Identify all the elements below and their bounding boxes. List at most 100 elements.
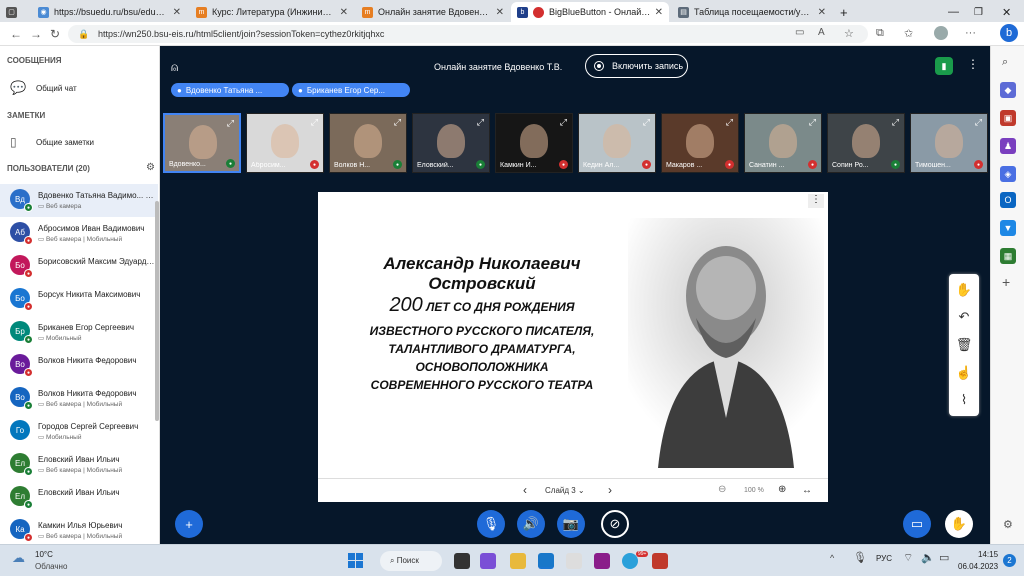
close-icon[interactable]: ✕ [496, 7, 504, 18]
options-menu-icon[interactable]: ⋮ [967, 57, 979, 71]
notification-badge[interactable]: 2 [1003, 554, 1016, 567]
media-icon[interactable] [594, 553, 610, 569]
audio-button[interactable]: 🔊 [517, 510, 545, 538]
outlook-icon[interactable]: O [1000, 192, 1016, 208]
next-slide-icon[interactable]: › [608, 483, 612, 497]
explorer-icon[interactable] [510, 553, 526, 569]
wifi-icon[interactable]: ⌔ [903, 551, 913, 565]
user-list-item[interactable]: Во ● Волков Никита Федорович [0, 349, 158, 382]
fullscreen-icon[interactable]: ⤢ [892, 117, 899, 128]
video-tile[interactable]: ⤢ Еловский... ● [412, 113, 490, 173]
taskbar-search[interactable]: ⌕ Поиск [380, 551, 442, 571]
user-list-item[interactable]: Ел ● Еловский Иван Ильич [0, 481, 158, 514]
settings-icon[interactable]: ⚙ [1003, 518, 1013, 531]
user-list-item[interactable]: Бо ● Борисовский Максим Эдуардо... [0, 250, 158, 283]
connection-status-icon[interactable]: ▮ [935, 57, 953, 75]
close-icon[interactable]: ✕ [655, 7, 663, 18]
zoom-in-icon[interactable]: ⊕ [778, 484, 786, 495]
fullscreen-icon[interactable]: ⤢ [311, 117, 318, 128]
microphone-button[interactable]: 🎙 [477, 510, 505, 538]
favorites-bar-icon[interactable]: ✩ [904, 27, 913, 40]
back-icon[interactable]: ← [10, 27, 22, 41]
clock-date[interactable]: 06.04.2023 [958, 562, 998, 571]
drop-icon[interactable]: ▼ [1000, 220, 1016, 236]
tab-bigbluebutton[interactable]: bBigBlueButton - Онлайн зан✕ [511, 2, 669, 22]
video-tile[interactable]: ⤢ Санатин ... ● [744, 113, 822, 173]
collections-icon[interactable]: ⧉ [876, 27, 884, 40]
maximize-icon[interactable]: ❐ [968, 2, 988, 22]
tools-icon[interactable]: ▣ [1000, 110, 1016, 126]
window-close-icon[interactable]: ✕ [996, 2, 1016, 22]
video-tile[interactable]: ⤢ Тимошен... ● [910, 113, 988, 173]
close-icon[interactable]: ✕ [818, 7, 826, 18]
yandex-icon[interactable] [652, 553, 668, 569]
tab-online-lesson[interactable]: mОнлайн занятие Вдовенко Т.В.✕ [356, 2, 510, 22]
presentation-button[interactable]: ▭ [903, 510, 931, 538]
video-tile[interactable]: ⤢ Волков Н... ● [329, 113, 407, 173]
task-view-icon[interactable] [454, 553, 470, 569]
minimize-icon[interactable]: — [942, 2, 962, 22]
scrollbar[interactable] [155, 201, 159, 421]
user-list-item[interactable]: Во ● Волков Никита Федорович ▭ Веб камера |… [0, 382, 158, 415]
user-list-toggle-icon[interactable]: ⍝ [171, 60, 178, 75]
camera-button[interactable]: 📷 [557, 510, 585, 538]
fullscreen-icon[interactable]: ⤢ [560, 117, 567, 128]
fullscreen-icon[interactable]: ⤢ [394, 117, 401, 128]
user-list-item[interactable]: Го Городов Сергей Сергеевич ▭ Мобильный [0, 415, 158, 448]
user-list-item[interactable]: Аб ● Абросимов Иван Вадимович ▭ Веб камера … [0, 217, 158, 250]
more-icon[interactable]: ··· [965, 27, 976, 39]
tab-attendance[interactable]: ▤ Таблица посещаемости/успева ✕ [672, 2, 832, 22]
search-icon[interactable]: ⌕ [1002, 56, 1008, 69]
windows-start-icon[interactable] [348, 553, 363, 568]
zoom-out-icon[interactable]: ⊖ [718, 484, 726, 495]
multi-user-icon[interactable]: ☝ [954, 363, 974, 383]
video-tile[interactable]: ⤢ Вдовенко... ● [163, 113, 241, 173]
video-tile[interactable]: ⤢ Кедин Ал... ● [578, 113, 656, 173]
gear-icon[interactable]: ⚙ [146, 162, 155, 173]
trash-icon[interactable]: 🗑 [954, 335, 974, 355]
sheets-icon[interactable]: ▦ [1000, 248, 1016, 264]
fullscreen-icon[interactable]: ⤢ [227, 118, 234, 129]
video-tile[interactable]: ⤢ Макаров ... ● [661, 113, 739, 173]
tab-bsuedu[interactable]: ◉ https://bsuedu.ru/bsu/education ✕ [32, 2, 187, 22]
undo-icon[interactable]: ↶ [954, 307, 974, 327]
actions-plus-button[interactable]: + [175, 510, 203, 538]
new-tab-button[interactable]: + [834, 2, 852, 22]
close-icon[interactable]: ✕ [173, 7, 181, 18]
office-icon[interactable]: ◈ [1000, 166, 1016, 182]
tray-arrow-icon[interactable]: ^ [830, 553, 834, 563]
reload-icon[interactable]: ↻ [50, 27, 60, 41]
volume-icon[interactable]: 🔈 [921, 551, 935, 564]
shared-notes-item[interactable]: ▯ Общие заметки [0, 132, 159, 152]
tab-actions-icon[interactable]: ▢ [0, 2, 30, 22]
games-icon[interactable]: ♟ [1000, 138, 1016, 154]
public-chat-item[interactable]: 💬 Общий чат [0, 78, 159, 98]
store-icon[interactable] [566, 553, 582, 569]
record-button[interactable]: Включить запись [585, 54, 688, 78]
microphone-icon[interactable]: 🎙 [853, 551, 867, 564]
fullscreen-icon[interactable]: ⤢ [975, 117, 982, 128]
fullscreen-icon[interactable]: ⤢ [643, 117, 650, 128]
edge-icon[interactable] [538, 553, 554, 569]
raise-hand-button[interactable]: ✋ [945, 510, 973, 538]
user-list-item[interactable]: Бо ● Борсук Никита Максимович [0, 283, 158, 316]
favorite-icon[interactable]: ☆ [844, 27, 854, 40]
chat-app-icon[interactable] [480, 553, 496, 569]
video-tile[interactable]: ⤢ Сопин Ро... ● [827, 113, 905, 173]
fullscreen-icon[interactable]: ⤢ [726, 117, 733, 128]
screen-share-button[interactable]: ⊘ [601, 510, 629, 538]
battery-icon[interactable]: ▭ [939, 551, 949, 564]
forward-icon[interactable]: → [30, 27, 42, 41]
shopping-icon[interactable]: ◆ [1000, 82, 1016, 98]
chart-icon[interactable]: ⌇ [954, 390, 974, 410]
camera-icon[interactable]: ▭ [795, 27, 804, 38]
fullscreen-icon[interactable]: ⤢ [809, 117, 816, 128]
prev-slide-icon[interactable]: ‹ [523, 483, 527, 497]
fit-width-icon[interactable]: ↔ [802, 485, 812, 496]
video-tile[interactable]: ⤢ Камкин И... ● [495, 113, 573, 173]
profile-avatar[interactable] [934, 26, 948, 40]
user-list-item[interactable]: Бр ● Бриканев Егор Сергеевич ▭ Мобильный [0, 316, 158, 349]
read-aloud-icon[interactable]: A [818, 27, 825, 38]
fullscreen-icon[interactable]: ⤢ [477, 117, 484, 128]
video-tile[interactable]: ⤢ Абросим... ● [246, 113, 324, 173]
